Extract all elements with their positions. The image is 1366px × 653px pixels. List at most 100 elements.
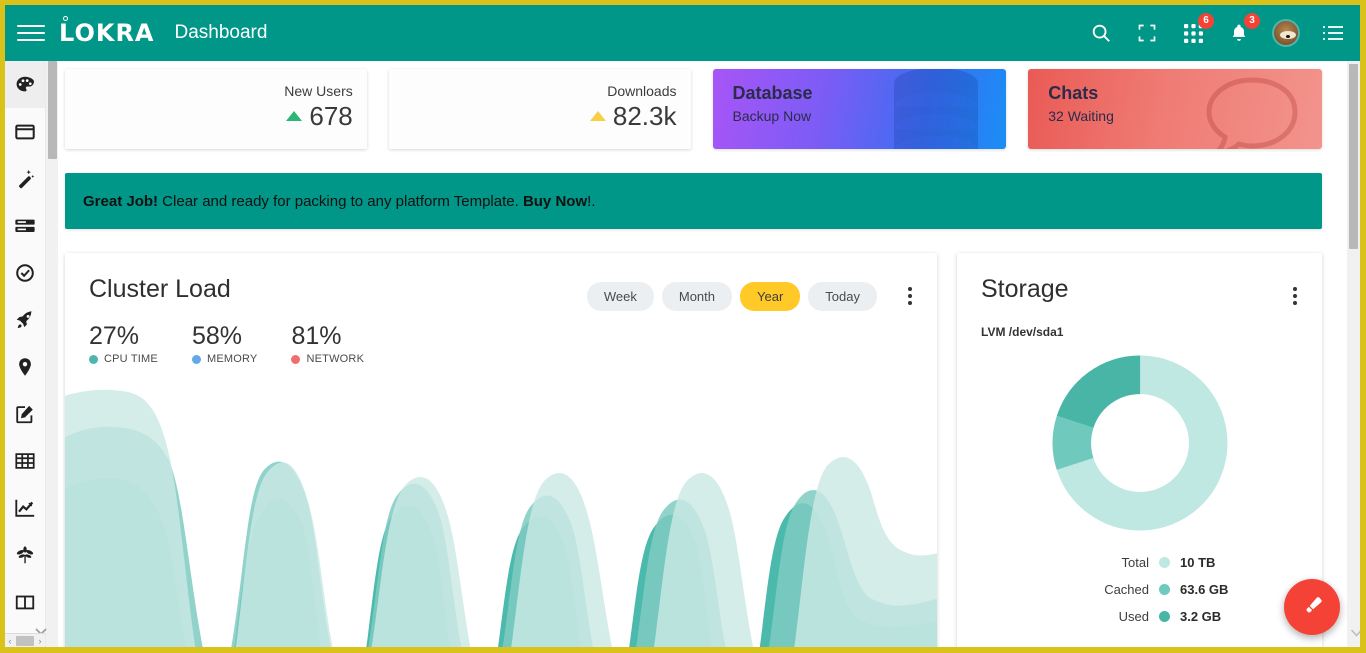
magic-wand-icon [14, 168, 36, 190]
fullscreen-icon[interactable] [1134, 20, 1160, 46]
brand-logo[interactable]: LOKRA [59, 16, 155, 47]
legend-label: Used [1118, 609, 1149, 624]
sidebar-item-tables[interactable] [5, 437, 45, 484]
legend-value: 10 TB [1180, 555, 1216, 570]
notifications-badge: 3 [1244, 13, 1260, 29]
chart-line-icon [14, 497, 36, 519]
database-cylinder-icon [894, 69, 979, 149]
cluster-area-chart: www.theritagechristiancollege.com [65, 378, 937, 647]
storage-donut-chart [957, 353, 1322, 533]
stat-label: New Users [284, 82, 353, 99]
page-vertical-scrollbar[interactable] [1347, 61, 1360, 647]
table-grid-icon [14, 450, 36, 472]
kebab-menu-icon[interactable] [1282, 281, 1308, 311]
location-pin-icon [14, 356, 36, 378]
metric-network: 81% NETWORK [291, 323, 364, 365]
scroll-left-arrow[interactable]: ‹ [5, 636, 15, 646]
legend-row-cached: Cached 63.6 GB [957, 582, 1244, 597]
banner-text: Great Job! Clear and ready for packing t… [83, 193, 595, 210]
sidebar-item-window[interactable] [5, 108, 45, 155]
paintbrush-icon [1306, 597, 1322, 613]
check-circle-icon [14, 262, 36, 284]
legend-dot-network [291, 354, 301, 364]
header-right-group: 6 3 [1088, 13, 1360, 47]
window-icon [14, 121, 36, 143]
page-title: Dashboard [174, 22, 268, 43]
promo-card-chats[interactable]: Chats 32 Waiting [1028, 69, 1322, 149]
legend-dot-memory [191, 354, 201, 364]
metric-label-group: NETWORK [291, 353, 364, 365]
sidebar-vertical-scrollbar[interactable] [45, 61, 58, 647]
range-button-week[interactable]: Week [586, 281, 654, 311]
sidebar-item-dashboard[interactable] [5, 61, 45, 108]
legend-dot-total [1159, 557, 1170, 568]
sidebar-item-servers[interactable] [5, 202, 45, 249]
dashboard-palette-icon [14, 74, 36, 96]
panels-row: Cluster Load Week Month Year Today 27% C… [58, 229, 1347, 647]
window-frame-right [1360, 0, 1366, 653]
hamburger-menu-icon[interactable] [17, 19, 45, 47]
range-button-month[interactable]: Month [661, 281, 733, 311]
window-frame-left [0, 0, 5, 653]
list-menu-icon[interactable] [1320, 20, 1346, 46]
metric-value: 58% [191, 322, 243, 350]
brand-dot-icon [63, 16, 68, 21]
promo-card-database[interactable]: Database Backup Now [712, 69, 1007, 149]
scrollbar-thumb[interactable] [16, 635, 34, 646]
storage-panel-header: Storage [957, 253, 1322, 311]
scroll-right-arrow[interactable]: › [35, 636, 45, 646]
metric-label: NETWORK [306, 353, 365, 366]
sidebar-item-charts[interactable] [5, 484, 45, 531]
stat-value: 82.3k [612, 100, 677, 131]
panel-title: Cluster Load [89, 275, 231, 303]
theme-settings-fab[interactable] [1284, 579, 1340, 635]
sidebar-item-launch[interactable] [5, 296, 45, 343]
panel-title: Storage [981, 275, 1069, 303]
metric-label: MEMORY [206, 353, 258, 366]
rocket-icon [14, 309, 36, 331]
brand-text: LOKRA [59, 19, 155, 47]
legend-dot-cpu [89, 354, 98, 364]
range-button-year[interactable]: Year [740, 281, 801, 311]
stat-value-group: 82.3k [589, 100, 677, 132]
banner-lead: Great Job! [83, 192, 159, 210]
metric-label-group: CPU TIME [89, 353, 158, 365]
notifications-bell-icon[interactable]: 3 [1226, 13, 1260, 46]
storage-subtitle: LVM /dev/sda1 [981, 325, 1064, 339]
sidebar-horizontal-scrollbar[interactable]: ‹ › [5, 633, 45, 647]
stats-row: New Users 678 Downloads 82.3k Database B… [58, 61, 1347, 149]
scrollbar-thumb[interactable] [48, 61, 57, 159]
metric-memory: 58% MEMORY [191, 322, 258, 366]
sidebar-rail [5, 61, 45, 647]
sidebar-item-maps[interactable] [5, 343, 45, 390]
apps-badge: 6 [1198, 13, 1214, 29]
sidebar-item-forms[interactable] [5, 390, 45, 437]
sidebar-item-magic[interactable] [5, 155, 45, 202]
legend-label: Cached [1104, 582, 1149, 597]
trend-up-icon [286, 111, 303, 122]
legend-row-total: Total 10 TB [957, 555, 1244, 570]
columns-layout-icon [14, 591, 36, 613]
metric-cpu-time: 27% CPU TIME [89, 323, 158, 365]
sidebar-item-tasks[interactable] [5, 249, 45, 296]
range-button-today[interactable]: Today [808, 281, 877, 311]
search-icon[interactable] [1088, 20, 1114, 46]
sidebar-item-plants[interactable] [5, 531, 45, 578]
cluster-load-panel: Cluster Load Week Month Year Today 27% C… [65, 253, 937, 647]
sidebar-item-layout[interactable] [5, 578, 45, 625]
scrollbar-thumb[interactable] [1349, 64, 1358, 249]
stat-card-new-users[interactable]: New Users 678 [65, 69, 367, 149]
legend-dot-used [1159, 611, 1170, 622]
user-avatar[interactable] [1272, 19, 1300, 47]
window-frame-top [0, 0, 1366, 5]
banner-link[interactable]: Buy Now [523, 193, 587, 210]
app-header: LOKRA Dashboard 6 3 [5, 5, 1360, 61]
kebab-menu-icon[interactable] [897, 281, 923, 311]
main-content: New Users 678 Downloads 82.3k Database B… [58, 61, 1347, 647]
apps-grid-icon[interactable]: 6 [1180, 13, 1214, 46]
legend-label: Total [1121, 555, 1149, 570]
stat-value-group: 678 [286, 100, 353, 132]
header-left-group: LOKRA Dashboard [5, 16, 268, 47]
stat-value: 678 [309, 100, 353, 131]
stat-card-downloads[interactable]: Downloads 82.3k [388, 69, 691, 149]
